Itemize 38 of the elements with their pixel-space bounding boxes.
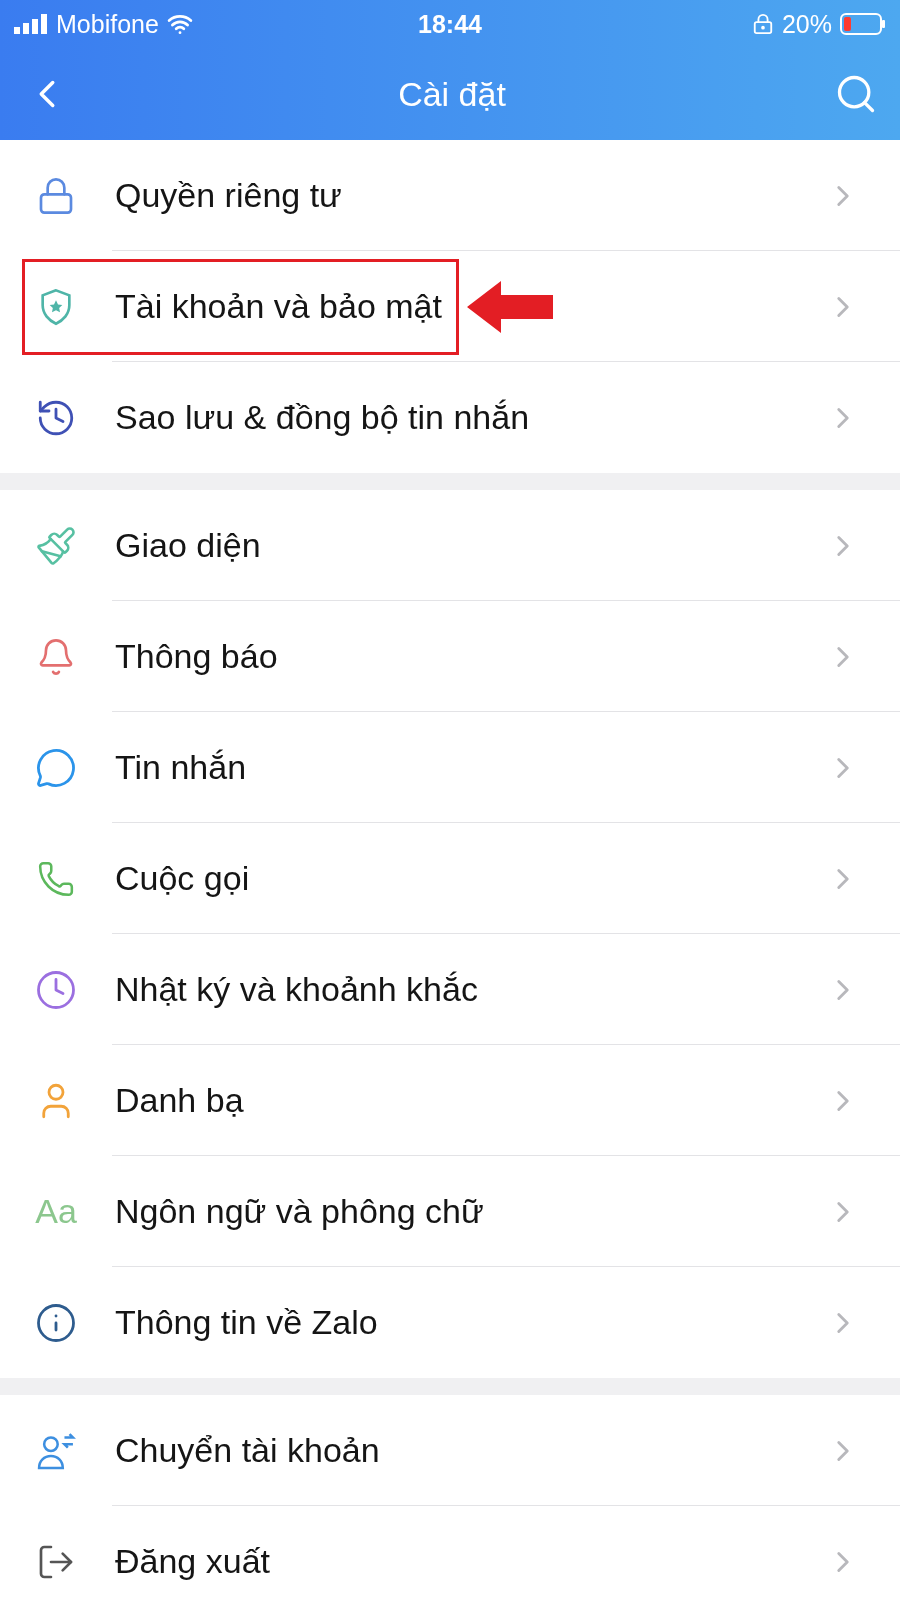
settings-row[interactable]: Sao lưu & đồng bộ tin nhắn xyxy=(0,362,900,473)
settings-row[interactable]: Quyền riêng tư xyxy=(0,140,900,251)
row-label: Quyền riêng tư xyxy=(115,176,342,215)
chat-bubble-icon xyxy=(35,746,77,789)
rotation-lock-icon xyxy=(751,13,774,35)
settings-row[interactable]: Chuyển tài khoản xyxy=(0,1395,900,1506)
row-label: Thông tin về Zalo xyxy=(115,1303,378,1342)
settings-row[interactable]: Tin nhắn xyxy=(0,712,900,823)
row-label: Thông báo xyxy=(115,637,278,676)
clock-time: 18:44 xyxy=(418,9,482,39)
settings-row[interactable]: Nhật ký và khoảnh khắc xyxy=(0,934,900,1045)
row-label: Tin nhắn xyxy=(115,748,247,787)
row-label: Danh bạ xyxy=(115,1081,244,1120)
settings-row[interactable]: Cuộc gọi xyxy=(0,823,900,934)
battery-icon xyxy=(840,13,886,35)
settings-row[interactable]: Thông tin về Zalo xyxy=(0,1267,900,1378)
row-label: Sao lưu & đồng bộ tin nhắn xyxy=(115,398,530,437)
paintbrush-icon xyxy=(35,524,77,567)
settings-row[interactable]: Aa Ngôn ngữ và phông chữ xyxy=(0,1156,900,1267)
row-label: Nhật ký và khoảnh khắc xyxy=(115,970,478,1009)
settings-row[interactable]: Danh bạ xyxy=(0,1045,900,1156)
phone-icon xyxy=(37,859,75,898)
row-label: Cuộc gọi xyxy=(115,859,250,898)
settings-row[interactable]: Thông báo xyxy=(0,601,900,712)
row-label: Ngôn ngữ và phông chữ xyxy=(115,1192,484,1231)
row-label: Chuyển tài khoản xyxy=(115,1431,380,1470)
row-label: Đăng xuất xyxy=(115,1542,270,1581)
carrier-name: Mobifone xyxy=(56,9,159,39)
clock-icon xyxy=(35,968,77,1011)
row-label: Tài khoản và bảo mật xyxy=(115,287,442,326)
battery-percent: 20% xyxy=(781,9,832,39)
settings-row[interactable]: Tài khoản và bảo mật xyxy=(0,251,900,362)
info-icon xyxy=(35,1301,77,1344)
row-label: Giao diện xyxy=(115,526,261,565)
page-title: Cài đặt xyxy=(398,74,506,114)
signal-icon xyxy=(14,14,48,34)
font-icon: Aa xyxy=(35,1192,77,1231)
settings-row[interactable]: Giao diện xyxy=(0,490,900,601)
